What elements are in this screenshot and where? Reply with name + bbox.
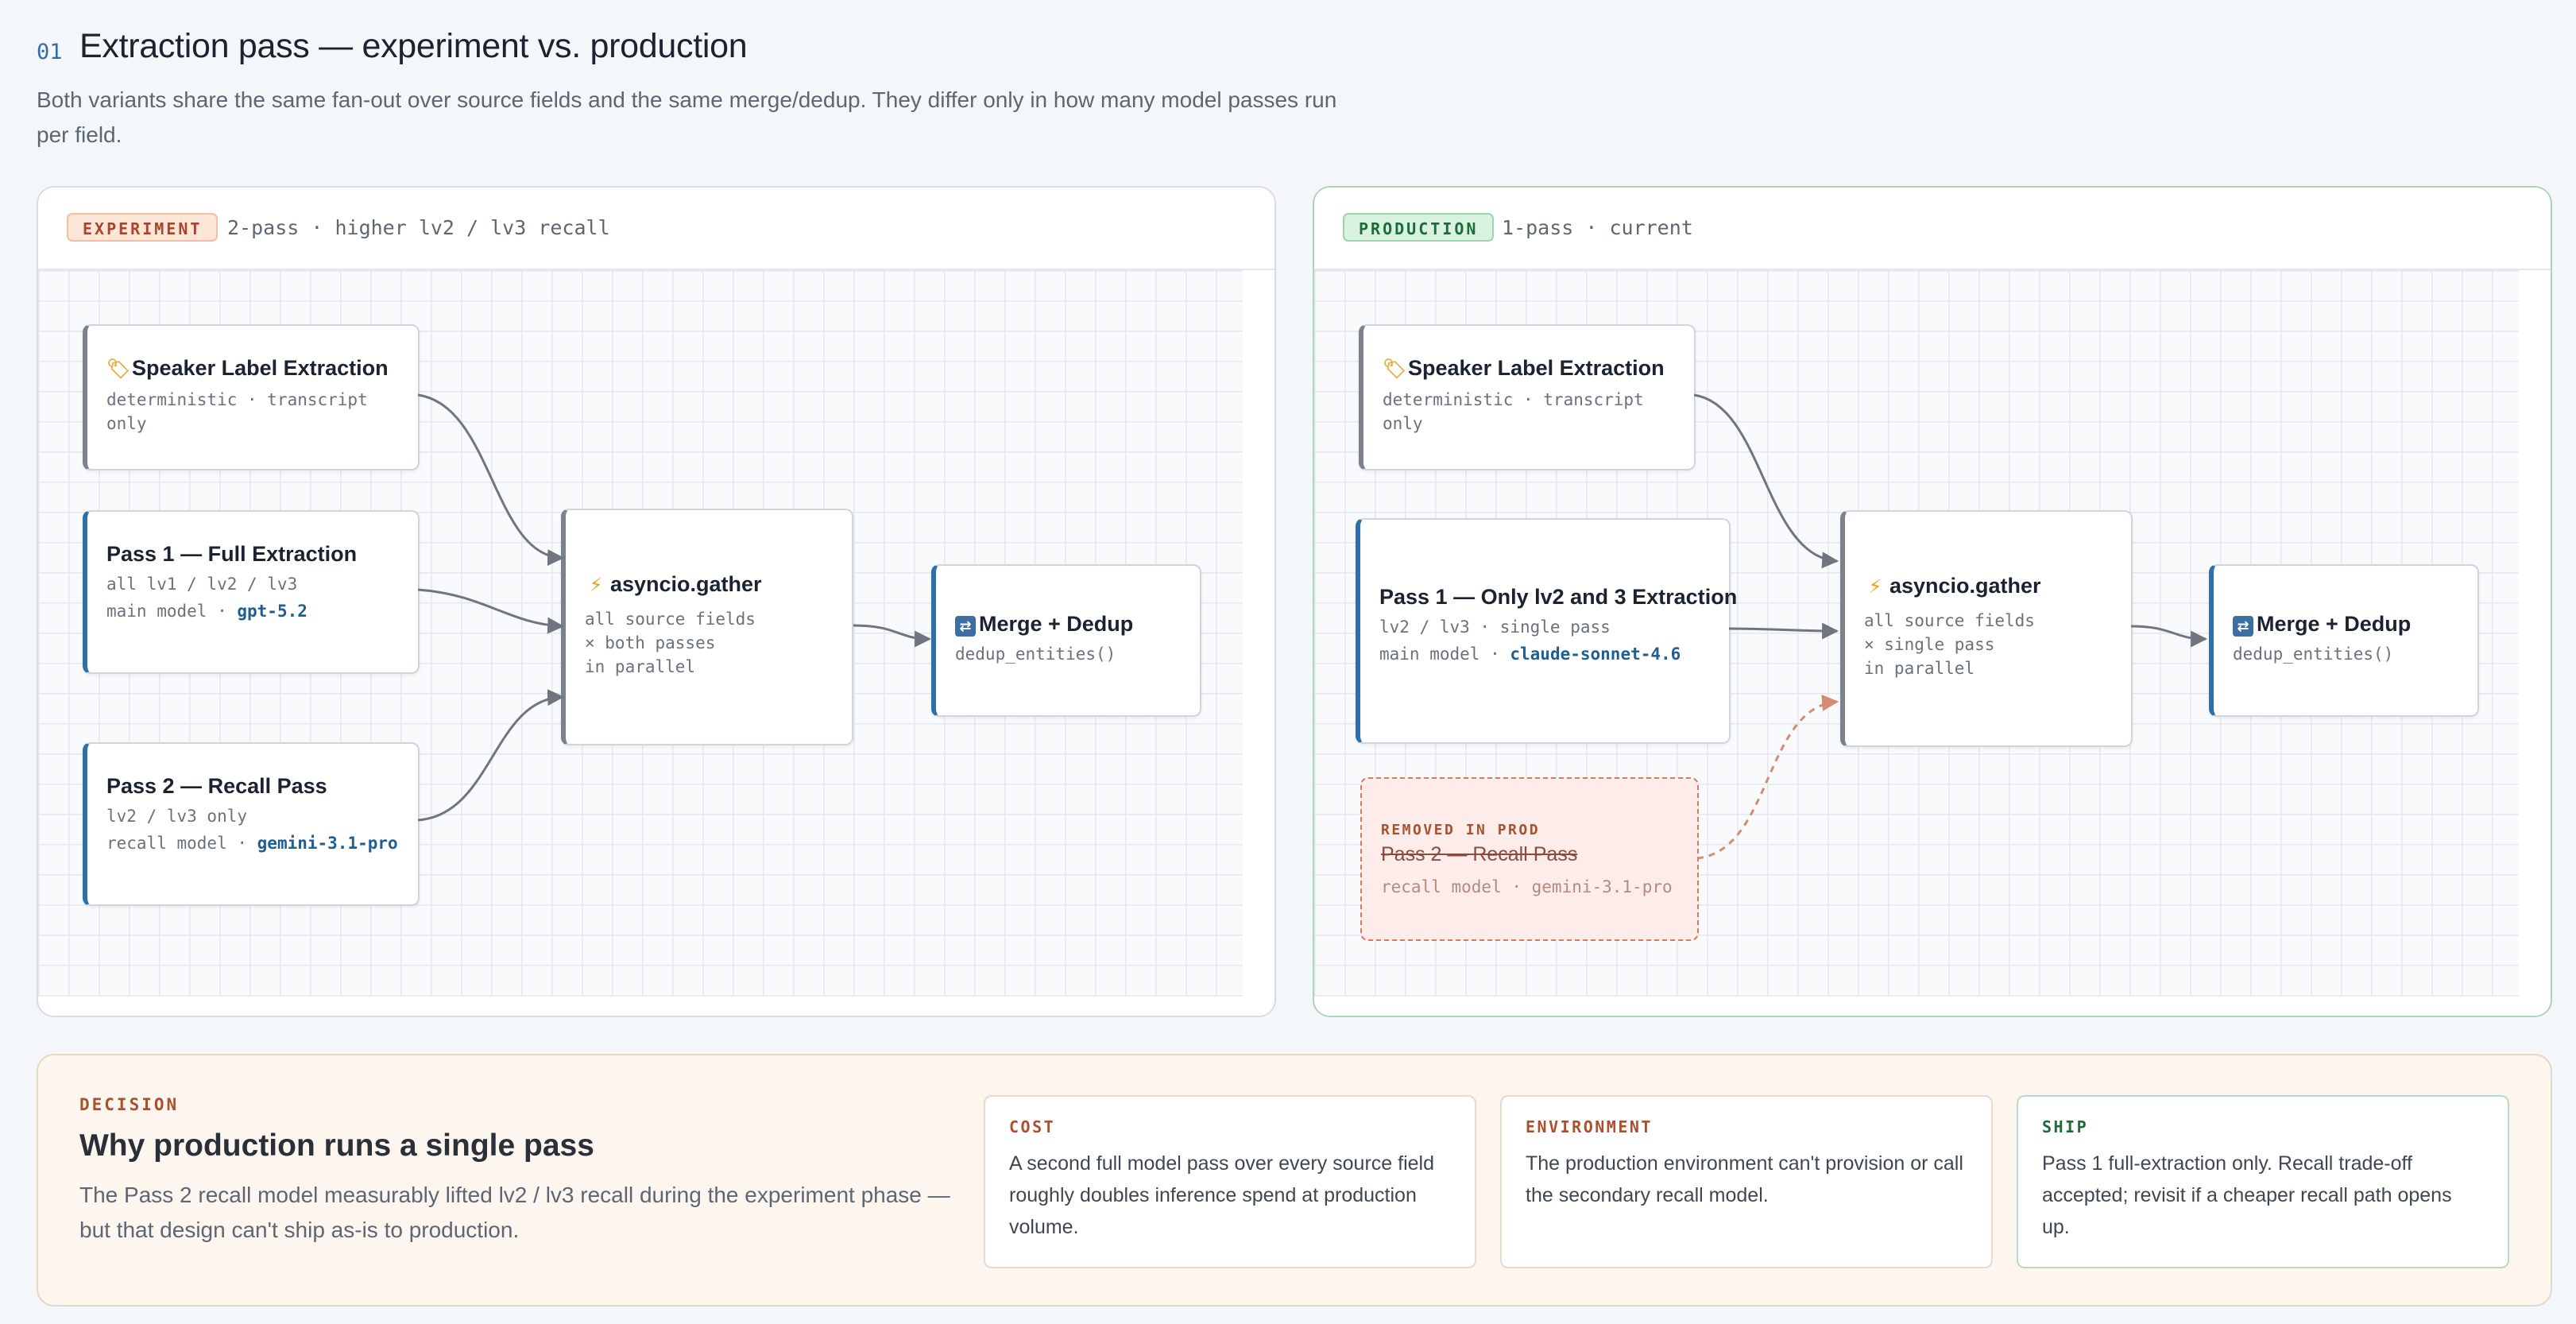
section-number: 01 <box>37 40 63 64</box>
model-name: gpt-5.2 <box>237 602 307 621</box>
lightning-icon: ⚡ <box>1868 576 1882 598</box>
node-subtitle: lv2 / lv3 only <box>106 807 248 826</box>
removed-subtitle: recall model · gemini-3.1-pro <box>1381 877 1673 896</box>
production-panel-header: PRODUCTION 1-pass · current <box>1314 188 2551 270</box>
node-subtitle: dedup_entities() <box>955 645 1116 664</box>
experiment-gather-node[interactable]: ⚡ asyncio.gather all source fields × both… <box>561 509 853 745</box>
decision-card-ship: SHIP Pass 1 full-extraction only. Recall… <box>2017 1095 2509 1268</box>
production-panel: PRODUCTION 1-pass · current 🏷Speaker Lab… <box>1313 186 2552 1017</box>
production-badge: PRODUCTION <box>1343 213 1495 242</box>
node-title: asyncio.gather <box>610 572 762 596</box>
node-line-3: in parallel <box>585 657 696 676</box>
production-description: 1-pass · current <box>1502 216 1693 239</box>
label-tag-icon: 🏷 <box>1383 358 1407 380</box>
node-subtitle: dedup_entities() <box>2233 645 2394 664</box>
node-title: Pass 2 — Recall Pass <box>106 774 327 798</box>
model-prefix: recall model · <box>106 834 257 853</box>
card-heading: SHIP <box>2042 1117 2089 1136</box>
node-subtitle: deterministic · transcript only <box>106 390 368 433</box>
page-subtitle: Both variants share the same fan-out ove… <box>37 87 1337 147</box>
decision-title: Why production runs a single pass <box>79 1128 594 1163</box>
card-heading: ENVIRONMENT <box>1526 1117 1653 1136</box>
card-heading: COST <box>1009 1117 1056 1136</box>
model-name: gemini-3.1-pro <box>257 834 398 853</box>
production-speaker-node[interactable]: 🏷Speaker Label Extraction deterministic … <box>1359 324 1696 470</box>
decision-panel: DECISION Why production runs a single pa… <box>37 1054 2552 1307</box>
experiment-panel-header: EXPERIMENT 2-pass · higher lv2 / lv3 rec… <box>38 188 1274 270</box>
experiment-pass1-node[interactable]: Pass 1 — Full Extraction all lv1 / lv2 /… <box>83 510 420 674</box>
node-title: Merge + Dedup <box>2257 612 2412 636</box>
node-title: Speaker Label Extraction <box>132 356 389 380</box>
experiment-description: 2-pass · higher lv2 / lv3 recall <box>227 216 610 239</box>
shuffle-icon: ⇄ <box>955 616 976 637</box>
node-line-3: in parallel <box>1864 659 1975 678</box>
node-line-2: × both passes <box>585 633 716 652</box>
model-prefix: main model · <box>106 602 238 621</box>
experiment-badge: EXPERIMENT <box>67 213 219 242</box>
decision-card-cost: COST A second full model pass over every… <box>984 1095 1476 1268</box>
node-title: Pass 1 — Only lv2 and 3 Extraction <box>1379 585 1738 609</box>
shuffle-icon: ⇄ <box>2233 616 2253 637</box>
decision-card-environment: ENVIRONMENT The production environment c… <box>1500 1095 1993 1268</box>
lightning-icon: ⚡ <box>589 575 603 596</box>
decision-eyebrow: DECISION <box>79 1095 180 1114</box>
model-name: claude-sonnet-4.6 <box>1510 645 1681 664</box>
node-title: Merge + Dedup <box>979 612 1134 636</box>
production-removed-node: REMOVED IN PROD Pass 2 — Recall Pass rec… <box>1360 777 1699 941</box>
node-line-1: all source fields <box>1864 611 2035 630</box>
experiment-pass2-node[interactable]: Pass 2 — Recall Pass lv2 / lv3 only reca… <box>83 742 420 906</box>
production-pass1-node[interactable]: Pass 1 — Only lv2 and 3 Extraction lv2 /… <box>1356 518 1738 744</box>
node-subtitle: all lv1 / lv2 / lv3 <box>106 575 298 594</box>
card-body: A second full model pass over every sour… <box>1009 1152 1434 1238</box>
node-title: Pass 1 — Full Extraction <box>106 542 358 566</box>
node-line-1: all source fields <box>585 610 756 629</box>
production-merge-node[interactable]: ⇄ Merge + Dedup dedup_entities() <box>2209 564 2479 717</box>
card-body: The production environment can't provisi… <box>1526 1152 1963 1206</box>
node-subtitle: lv2 / lv3 · single pass <box>1379 617 1611 637</box>
experiment-speaker-node[interactable]: 🏷Speaker Label Extraction deterministic … <box>83 324 420 470</box>
node-title: Speaker Label Extraction <box>1408 356 1665 380</box>
node-line-2: × single pass <box>1864 635 1995 654</box>
production-gather-node[interactable]: ⚡ asyncio.gather all source fields × sing… <box>1840 510 2133 747</box>
page-title: Extraction pass — experiment vs. product… <box>79 27 748 65</box>
model-prefix: main model · <box>1379 645 1510 664</box>
node-title: asyncio.gather <box>1889 574 2041 598</box>
node-subtitle: deterministic · transcript only <box>1383 390 1644 433</box>
label-tag-icon: 🏷 <box>106 358 131 380</box>
removed-label: REMOVED IN PROD <box>1381 822 1541 838</box>
experiment-merge-node[interactable]: ⇄ Merge + Dedup dedup_entities() <box>931 564 1201 717</box>
card-body: Pass 1 full-extraction only. Recall trad… <box>2042 1152 2452 1238</box>
removed-title: Pass 2 — Recall Pass <box>1381 843 1578 865</box>
experiment-panel: EXPERIMENT 2-pass · higher lv2 / lv3 rec… <box>37 186 1276 1017</box>
decision-body: The Pass 2 recall model measurably lifte… <box>79 1183 950 1242</box>
